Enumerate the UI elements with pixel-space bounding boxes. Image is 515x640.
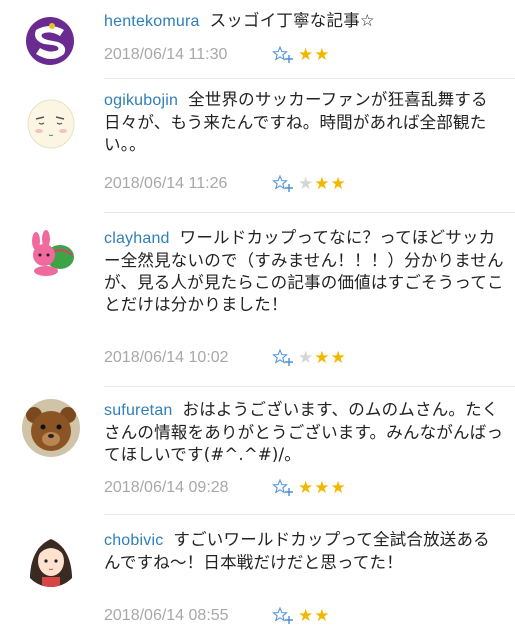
star-icon: ★ xyxy=(298,348,314,368)
username-link[interactable]: sufuretan xyxy=(104,402,173,419)
star-icon: ★ xyxy=(298,174,314,194)
star-icon: ★ xyxy=(314,174,330,194)
comment-body: ogikubojin 全世界のサッカーファンが狂喜乱舞する日々が、もう来たんですね… xyxy=(104,89,504,156)
star-icon: ★ xyxy=(314,478,330,498)
comment-body: chobivic すごいワールドカップって全試合放送あるんですね～！日本戦だけだと… xyxy=(104,529,504,574)
timestamp: 2018/06/14 09:28 xyxy=(104,479,229,496)
timestamp: 2018/06/14 11:30 xyxy=(104,46,228,63)
comment-meta: 2018/06/14 08:55 ★ ★ xyxy=(104,604,404,628)
comment-item: hentekomura スッゴイ丁寧な記事☆ 2018/06/14 11:30 ★… xyxy=(0,0,515,76)
comment-text: スッゴイ丁寧な記事☆ xyxy=(209,11,375,30)
add-star-button[interactable] xyxy=(272,478,294,498)
avatar[interactable] xyxy=(22,529,80,587)
add-star-button[interactable] xyxy=(272,606,294,626)
purple-s-logo-icon xyxy=(22,12,80,70)
star-icon: ★ xyxy=(314,45,330,65)
star-icon: ★ xyxy=(330,478,346,498)
timestamp: 2018/06/14 08:55 xyxy=(104,607,229,624)
username-link[interactable]: hentekomura xyxy=(104,13,200,30)
star-icon: ★ xyxy=(314,606,330,626)
star-icon: ★ xyxy=(330,348,346,368)
comment-item: chobivic すごいワールドカップって全試合放送あるんですね～！日本戦だけだと… xyxy=(0,515,515,640)
star-icon: ★ xyxy=(314,348,330,368)
girl-illustration-icon xyxy=(22,529,80,587)
avatar[interactable] xyxy=(22,12,80,70)
comment-item: ogikubojin 全世界のサッカーファンが狂喜乱舞する日々が、もう来たんですね… xyxy=(0,79,515,205)
teddy-bear-photo-icon xyxy=(22,399,80,457)
comment-meta: 2018/06/14 11:26 ★ ★ ★ xyxy=(104,172,404,196)
face-drawing-icon xyxy=(22,93,80,151)
star-icon: ★ xyxy=(330,174,346,194)
username-link[interactable]: ogikubojin xyxy=(104,92,178,109)
avatar[interactable] xyxy=(22,93,80,151)
add-star-button[interactable] xyxy=(272,174,294,194)
avatar[interactable] xyxy=(22,399,80,457)
comment-meta: 2018/06/14 10:02 ★ ★ ★ xyxy=(104,346,404,370)
comment-body: sufuretan おはようございます、のムのムさん。たくさんの情報をありがとうご… xyxy=(104,399,504,466)
star-icon: ★ xyxy=(298,45,314,65)
username-link[interactable]: clayhand xyxy=(104,230,170,247)
rabbit-illustration-icon xyxy=(22,225,80,283)
comment-body: hentekomura スッゴイ丁寧な記事☆ xyxy=(104,10,504,33)
comment-meta: 2018/06/14 11:30 ★ ★ xyxy=(104,43,404,67)
comment-meta: 2018/06/14 09:28 ★ ★ ★ xyxy=(104,476,404,500)
add-star-button[interactable] xyxy=(272,45,294,65)
comment-item: sufuretan おはようございます、のムのムさん。たくさんの情報をありがとうご… xyxy=(0,387,515,515)
username-link[interactable]: chobivic xyxy=(104,532,163,549)
add-star-button[interactable] xyxy=(272,348,294,368)
timestamp: 2018/06/14 11:26 xyxy=(104,175,228,192)
timestamp: 2018/06/14 10:02 xyxy=(104,349,229,366)
avatar[interactable] xyxy=(22,225,80,283)
comment-body: clayhand ワールドカップってなに？ってほどサッカー全然見ないので（すみませ… xyxy=(104,227,504,316)
star-icon: ★ xyxy=(298,606,314,626)
star-icon: ★ xyxy=(298,478,314,498)
comment-item: clayhand ワールドカップってなに？ってほどサッカー全然見ないので（すみませ… xyxy=(0,213,515,385)
